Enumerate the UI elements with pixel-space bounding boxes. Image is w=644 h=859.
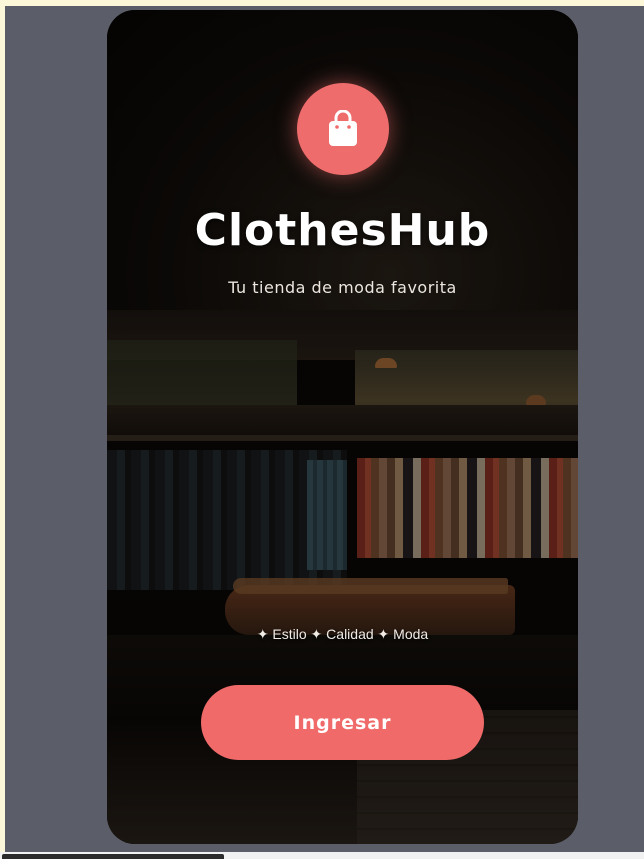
brand-title: ClothesHub (194, 205, 491, 256)
brand-tagline: ✦ Estilo ✦ Calidad ✦ Moda (256, 626, 429, 642)
horizontal-scrollbar-thumb[interactable] (2, 854, 224, 859)
app-logo (297, 83, 389, 175)
shopping-bag-icon (329, 110, 357, 146)
enter-button[interactable]: Ingresar (201, 685, 484, 760)
phone-screen: ClothesHub Tu tienda de moda favorita ✦ … (107, 10, 578, 844)
brand-subtitle: Tu tienda de moda favorita (228, 278, 457, 297)
welcome-content: ClothesHub Tu tienda de moda favorita ✦ … (107, 10, 578, 844)
